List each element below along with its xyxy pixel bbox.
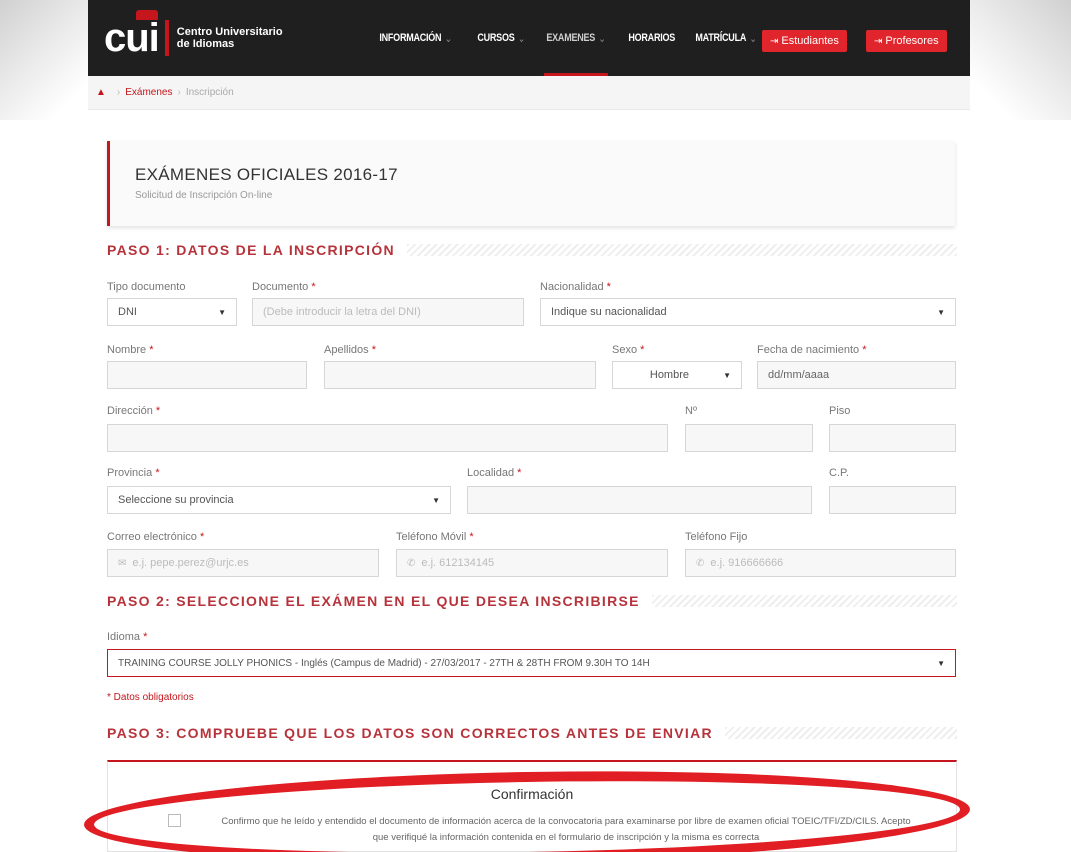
documento-input[interactable]: (Debe introducir la letra del DNI) xyxy=(252,298,524,326)
sexo-select[interactable]: Hombre ▼ xyxy=(612,361,742,389)
step3-title: PASO 3: COMPRUEBE QUE LOS DATOS SON CORR… xyxy=(107,725,725,741)
nav-cursos[interactable]: CURSOS ⌄ xyxy=(470,0,532,76)
fecha-nacimiento-input[interactable]: dd/mm/aaaa xyxy=(757,361,956,389)
correo-input[interactable]: ✉ e.j. pepe.perez@urjc.es xyxy=(107,549,379,577)
teachers-login-button[interactable]: ⇥ Profesores xyxy=(866,30,947,52)
nacionalidad-select[interactable]: Indique su nacionalidad ▼ xyxy=(540,298,956,326)
nav-examenes[interactable]: EXAMENES ⌄ xyxy=(539,0,613,76)
breadcrumb-bar: ▲ › Exámenes › Inscripción xyxy=(88,76,970,110)
dropdown-arrow-icon: ▼ xyxy=(432,496,440,505)
nav-horarios[interactable]: HORARIOS xyxy=(621,0,682,76)
correo-label: Correo electrónico * xyxy=(107,531,205,543)
confirmation-checkbox[interactable] xyxy=(168,814,181,827)
idioma-select[interactable]: TRAINING COURSE JOLLY PHONICS - Inglés (… xyxy=(107,649,956,677)
direccion-input[interactable] xyxy=(107,424,668,452)
fijo-input[interactable]: ✆ e.j. 916666666 xyxy=(685,549,956,577)
required-fields-note: * Datos obligatorios xyxy=(107,692,194,703)
piso-input[interactable] xyxy=(829,424,956,452)
home-icon[interactable]: ▲ xyxy=(96,87,106,98)
breadcrumb-examenes[interactable]: Exámenes xyxy=(125,87,172,98)
nombre-input[interactable] xyxy=(107,361,307,389)
main-nav: INFORMACIÓN ⌄ CURSOS ⌄ EXAMENES ⌄ HORARIOS … xyxy=(372,0,773,76)
breadcrumb-inscripcion: Inscripción xyxy=(185,87,234,98)
dropdown-arrow-icon: ▼ xyxy=(937,308,945,317)
dropdown-arrow-icon: ▼ xyxy=(218,308,226,317)
heading-divider xyxy=(724,727,957,739)
localidad-input[interactable] xyxy=(467,486,812,514)
provincia-select[interactable]: Seleccione su provincia ▼ xyxy=(107,486,451,514)
nav-informacion[interactable]: INFORMACIÓN ⌄ xyxy=(372,0,459,76)
cui-logo[interactable]: cui Centro Universitario de Idiomas xyxy=(104,9,283,64)
confirmation-panel: Confirmación Confirmo que he leído y ent… xyxy=(107,760,957,852)
movil-input[interactable]: ✆ e.j. 612134145 xyxy=(396,549,668,577)
cp-input[interactable] xyxy=(829,486,956,514)
numero-input[interactable] xyxy=(685,424,813,452)
envelope-icon: ✉ xyxy=(118,557,127,569)
step1-heading: PASO 1: DATOS DE LA INSCRIPCIÓN xyxy=(107,241,957,259)
movil-label: Teléfono Móvil * xyxy=(396,531,474,543)
confirmation-text: Confirmo que he leído y entendido el doc… xyxy=(221,816,911,843)
login-icon: ⇥ xyxy=(874,35,883,47)
page-title: EXÁMENES OFICIALES 2016-17 xyxy=(135,165,398,184)
nombre-label: Nombre * xyxy=(107,344,154,356)
sexo-label: Sexo * xyxy=(612,344,645,356)
confirmation-title: Confirmación xyxy=(490,786,574,802)
fijo-label: Teléfono Fijo xyxy=(685,531,748,543)
heading-divider xyxy=(651,595,957,607)
nacionalidad-label: Nacionalidad * xyxy=(540,281,611,293)
breadcrumb-separator: › xyxy=(177,87,181,98)
heading-divider xyxy=(406,244,957,256)
piso-label: Piso xyxy=(829,405,851,417)
numero-label: Nº xyxy=(685,405,697,417)
logo-text: Centro Universitario de Idiomas xyxy=(176,26,283,50)
step2-heading: PASO 2: SELECCIONE EL EXÁMEN EN EL QUE D… xyxy=(107,592,957,610)
site-header: cui Centro Universitario de Idiomas INFOR… xyxy=(88,0,970,76)
direccion-label: Dirección * xyxy=(107,405,161,417)
logo-wordmark: cui xyxy=(104,9,160,61)
localidad-label: Localidad * xyxy=(467,467,522,479)
chevron-down-icon: ⌄ xyxy=(518,32,526,45)
breadcrumb: ▲ › Exámenes › Inscripción xyxy=(96,87,234,98)
step3-heading: PASO 3: COMPRUEBE QUE LOS DATOS SON CORR… xyxy=(107,724,957,742)
logo-divider xyxy=(164,20,169,56)
chevron-down-icon: ⌄ xyxy=(749,32,757,45)
apellidos-label: Apellidos * xyxy=(324,344,376,356)
phone-icon: ✆ xyxy=(407,557,416,569)
apellidos-input[interactable] xyxy=(324,361,596,389)
dropdown-arrow-icon: ▼ xyxy=(937,659,945,668)
chevron-down-icon: ⌄ xyxy=(444,32,453,45)
tipo-documento-label: Tipo documento xyxy=(107,281,186,293)
fecha-nacimiento-label: Fecha de nacimiento * xyxy=(757,344,867,356)
cp-label: C.P. xyxy=(829,467,849,479)
provincia-label: Provincia * xyxy=(107,467,160,479)
idioma-label: Idioma * xyxy=(107,631,148,643)
step1-title: PASO 1: DATOS DE LA INSCRIPCIÓN xyxy=(107,242,407,258)
tipo-documento-select[interactable]: DNI ▼ xyxy=(107,298,237,326)
page-title-box: EXÁMENES OFICIALES 2016-17 Solicitud de … xyxy=(107,141,955,226)
login-icon: ⇥ xyxy=(770,35,779,47)
breadcrumb-separator: › xyxy=(116,87,121,98)
phone-icon: ✆ xyxy=(696,557,705,569)
nav-matricula[interactable]: MATRÍCULA ⌄ xyxy=(688,0,764,76)
page-subtitle: Solicitud de Inscripción On-line xyxy=(135,190,273,201)
documento-label: Documento * xyxy=(252,281,316,293)
chevron-down-icon: ⌄ xyxy=(597,32,606,45)
crown-icon xyxy=(136,9,158,20)
dropdown-arrow-icon: ▼ xyxy=(723,371,731,380)
students-login-button[interactable]: ⇥ Estudiantes xyxy=(762,30,847,52)
step2-title: PASO 2: SELECCIONE EL EXÁMEN EN EL QUE D… xyxy=(107,593,652,609)
